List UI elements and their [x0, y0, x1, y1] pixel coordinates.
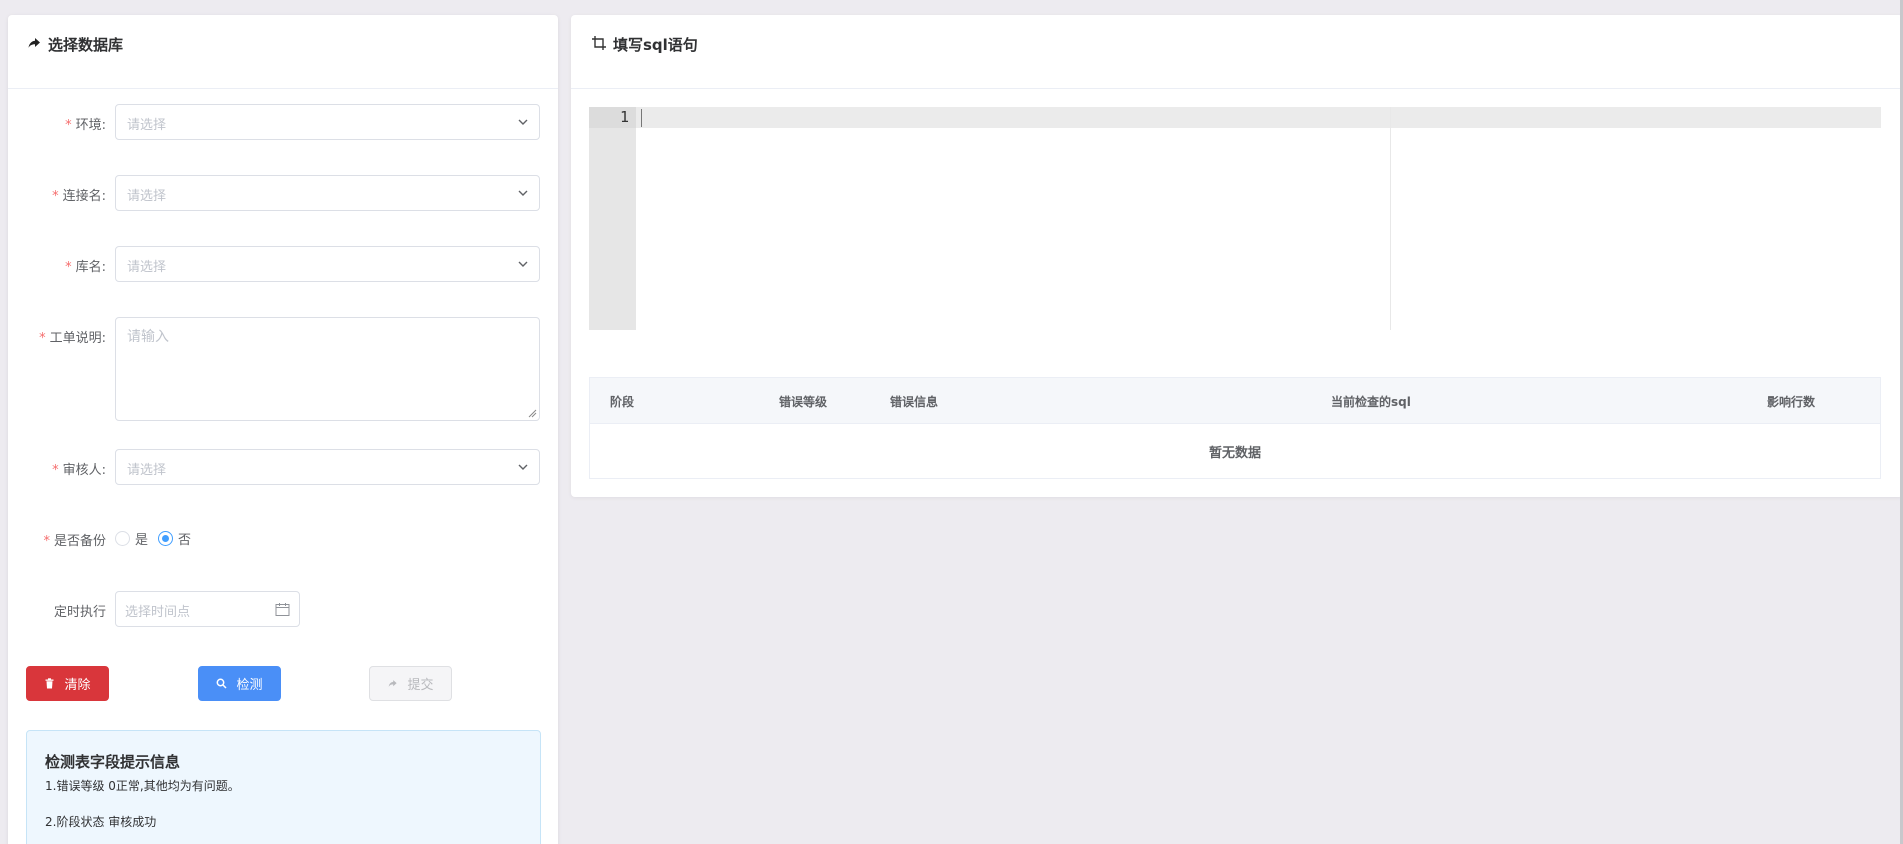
text-cursor — [641, 109, 642, 127]
panel-title: 选择数据库 — [48, 36, 124, 54]
panel-header: 选择数据库 — [8, 15, 558, 89]
print-margin — [1390, 107, 1391, 330]
line-gutter: 1 — [589, 107, 636, 330]
chevron-down-icon — [518, 464, 528, 470]
panel-title: 填写sql语句 — [613, 36, 698, 54]
reviewer-label: * 审核人: — [52, 463, 106, 478]
chevron-down-icon — [518, 261, 528, 267]
env-select[interactable]: 请选择 — [115, 104, 540, 140]
share-arrow-icon — [389, 680, 398, 687]
database-select-panel: 选择数据库 * 环境: 请选择 * 连接名: 请选择 * 库名: 请选择 * 工… — [8, 15, 558, 844]
db-select[interactable]: 请选择 — [115, 246, 540, 282]
desc-label: * 工单说明: — [39, 331, 106, 346]
env-label: * 环境: — [65, 118, 106, 133]
share-arrow-icon — [28, 38, 40, 48]
col-error-message: 错误信息 — [890, 395, 939, 409]
schedule-date-input[interactable]: 选择时间点 — [115, 591, 300, 627]
backup-radio-group: 是 否 — [115, 529, 201, 548]
tips-line-2: 2.阶段状态 审核成功 — [45, 815, 157, 829]
backup-label: * 是否备份 — [43, 534, 106, 549]
reviewer-select[interactable]: 请选择 — [115, 449, 540, 485]
backup-no-radio[interactable]: 否 — [158, 529, 191, 548]
chevron-down-icon — [518, 119, 528, 125]
schedule-label: 定时执行 — [53, 605, 106, 620]
col-affected-rows: 影响行数 — [1767, 395, 1816, 409]
tips-line-1: 1.错误等级 0正常,其他均为有问题。 — [45, 779, 240, 793]
chevron-down-icon — [518, 190, 528, 196]
db-label: * 库名: — [65, 260, 106, 275]
tips-title: 检测表字段提示信息 — [45, 753, 181, 771]
crop-icon — [592, 36, 606, 50]
clear-button[interactable]: 清除 — [26, 666, 109, 701]
schedule-placeholder: 选择时间点 — [125, 605, 191, 620]
line-number: 1 — [619, 108, 629, 126]
active-line-highlight — [636, 107, 1881, 128]
col-stage: 阶段 — [610, 395, 635, 409]
backup-yes-radio[interactable]: 是 — [115, 529, 148, 548]
col-current-sql: 当前检查的sql — [1331, 395, 1411, 409]
conn-label: * 连接名: — [52, 189, 106, 204]
conn-placeholder: 请选择 — [127, 189, 167, 204]
trash-icon — [45, 678, 54, 689]
env-placeholder: 请选择 — [127, 118, 167, 133]
check-tips-box: 检测表字段提示信息 1.错误等级 0正常,其他均为有问题。 2.阶段状态 审核成… — [26, 730, 541, 844]
resize-grip-icon[interactable] — [528, 409, 537, 418]
calendar-icon — [275, 603, 290, 616]
check-button[interactable]: 检测 — [198, 666, 281, 701]
sql-code-editor[interactable]: 1 — [589, 107, 1881, 330]
db-placeholder: 请选择 — [127, 260, 167, 275]
submit-button[interactable]: 提交 — [369, 666, 452, 701]
reviewer-placeholder: 请选择 — [127, 463, 167, 478]
panel-header: 填写sql语句 — [571, 15, 1903, 89]
check-results-table: 阶段 错误等级 错误信息 当前检查的sql 影响行数 暂无数据 — [589, 377, 1881, 479]
desc-placeholder: 请输入 — [127, 329, 169, 345]
desc-textarea[interactable]: 请输入 — [115, 317, 540, 421]
col-error-level: 错误等级 — [779, 395, 828, 409]
empty-state-text: 暂无数据 — [1208, 445, 1261, 461]
sql-editor-panel: 填写sql语句 1 阶段 错误等级 错误信息 当前检查的sql 影响行数 暂无数… — [571, 15, 1903, 497]
radio-circle-checked[interactable] — [158, 531, 174, 546]
conn-select[interactable]: 请选择 — [115, 175, 540, 211]
radio-circle[interactable] — [115, 531, 130, 546]
search-icon — [217, 678, 228, 689]
table-header: 阶段 错误等级 错误信息 当前检查的sql 影响行数 — [590, 378, 1880, 424]
